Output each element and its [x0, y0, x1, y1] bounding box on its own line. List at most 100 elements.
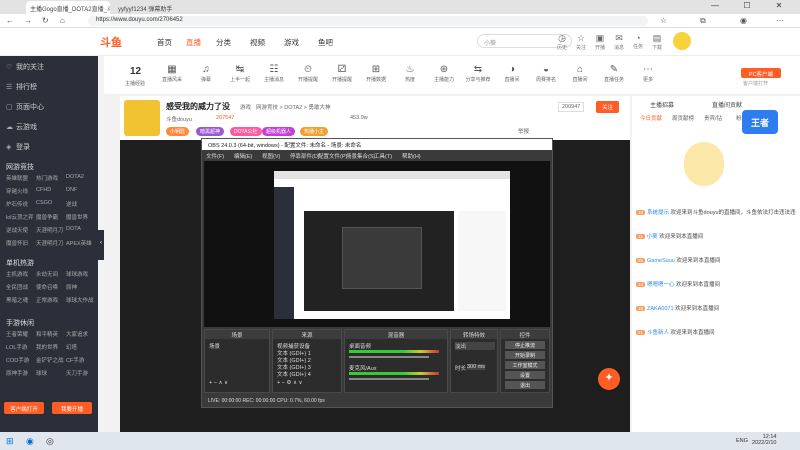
sidebar-game-link[interactable]: 天刀手游 [66, 369, 88, 377]
go-live-button[interactable]: 我要开播 [52, 402, 92, 414]
toolbar-item[interactable]: ✎ 直播任务 [600, 64, 628, 83]
sidebar-game-link[interactable]: 和平精英 [36, 330, 58, 338]
sidebar-item-center[interactable]: ▢ 页面中心 [6, 102, 44, 112]
obs-menu-item[interactable]: 场景集合(S) [346, 152, 375, 160]
stream-breadcrumb[interactable]: 网游竞技 > DOTA2 > 勇敢大神 [256, 103, 330, 111]
toolbar-item[interactable]: ⚂ 开播提醒 [328, 64, 356, 83]
sidebar-item-follow[interactable]: ♡ 我的关注 [6, 62, 44, 72]
toolbar-item[interactable]: ⏲ 开播提醒 [294, 64, 322, 83]
header-task[interactable]: ◔ 任务 [629, 33, 647, 50]
stream-tag[interactable]: 超级机器人 [262, 127, 296, 136]
tab-today[interactable]: 今日贡献 [640, 114, 662, 122]
header-message[interactable]: ✉ 消息 [610, 33, 628, 51]
sidebar-game-link[interactable]: DOTA [66, 226, 81, 232]
system-clock[interactable]: 12:14 2022/2/10 [752, 434, 776, 446]
sidebar-game-link[interactable]: 球球游戏 [66, 270, 88, 278]
header-golive[interactable]: ▣ 开播 [591, 33, 609, 51]
windows-start-icon[interactable]: ⊞ [6, 436, 14, 447]
extensions-icon[interactable]: ⧉ [700, 16, 706, 26]
sidebar-game-link[interactable]: COD手游 [6, 356, 29, 364]
sidebar-game-link[interactable]: 永劫无间 [36, 270, 58, 278]
source-item[interactable]: 文本 (GDI+) 4 [277, 370, 311, 378]
stream-tag[interactable]: 小钥匙 [166, 127, 190, 136]
forward-icon[interactable]: → [24, 16, 32, 25]
follow-button[interactable]: 关注 [596, 101, 620, 113]
scene-controls[interactable]: + − ∧ ∨ [209, 380, 228, 386]
maximize-button[interactable]: ☐ [732, 1, 762, 13]
toolbar-item[interactable]: ⋯ 更多 [634, 64, 662, 83]
sidebar-game-link[interactable]: lol云顶之弈 [6, 213, 34, 221]
nav-video[interactable]: 视频 [250, 37, 265, 48]
sidebar-game-link[interactable]: LOL手游 [6, 343, 27, 351]
nav-yuba[interactable]: 鱼吧 [318, 37, 333, 48]
sidebar-game-link[interactable]: 主机游戏 [6, 270, 28, 278]
gift-float-icon[interactable]: ✦ [598, 368, 620, 390]
sidebar-game-link[interactable]: 原神 [66, 283, 77, 291]
streamer-name[interactable]: 斗鱼douyu [166, 115, 192, 123]
transition-select[interactable]: 淡出 [455, 342, 495, 350]
volume-slider[interactable] [349, 356, 429, 358]
obs-menu-item[interactable]: 帮助(H) [402, 152, 421, 160]
sidebar-game-link[interactable]: 全民团战 [6, 283, 28, 291]
sidebar-game-link[interactable]: 原神手游 [6, 369, 28, 377]
sidebar-game-link[interactable]: 穿越火线 [6, 187, 28, 195]
sidebar-item-cloudgame[interactable]: ☁ 云游戏 [6, 122, 37, 132]
streamer-avatar[interactable] [124, 100, 160, 136]
nav-live[interactable]: 直播 [186, 37, 201, 48]
sidebar-game-link[interactable]: 逆战天使 [6, 226, 28, 234]
toolbar-item[interactable]: ◑ 直播间 [498, 64, 526, 83]
obs-menu-item[interactable]: 文件(F) [206, 152, 224, 160]
start-recording-button[interactable]: 开始录制 [505, 351, 545, 359]
sidebar-game-link[interactable]: 天涯明月刀 [36, 239, 64, 247]
browser-tab[interactable]: 主播Gogo直播_DOTA2直播_斗鱼 [26, 1, 110, 14]
sidebar-item-rank[interactable]: ☰ 排行榜 [6, 82, 37, 92]
sidebar-item-login[interactable]: ◈ 登录 [6, 142, 30, 152]
studio-mode-button[interactable]: 工作室模式 [505, 361, 545, 369]
obs-menu-item[interactable]: 工具(T) [374, 152, 392, 160]
stream-category[interactable]: 游戏 [240, 103, 251, 111]
browser-tab[interactable]: yyfyyf1234 弹幕助手 [114, 1, 198, 14]
user-avatar[interactable] [673, 32, 691, 50]
duration-input[interactable]: 300 ms [467, 364, 486, 370]
obs-menu-item[interactable]: 编辑(E) [234, 152, 252, 160]
toolbar-item[interactable]: ♫ 弹幕 [192, 64, 220, 83]
tab-week[interactable]: 周贡献榜 [672, 114, 694, 122]
sidebar-game-link[interactable]: 球球大作战 [66, 296, 94, 304]
exit-button[interactable]: 退出 [505, 381, 545, 389]
recruit-link[interactable]: 主播招募 [650, 100, 674, 109]
close-button[interactable]: ✕ [764, 1, 794, 13]
obs-menu-item[interactable]: 停靠部件(D) [290, 152, 320, 160]
sidebar-game-link[interactable]: 魔兽世界 [66, 213, 88, 221]
minimize-button[interactable]: — [700, 1, 730, 13]
obs-menu-item[interactable]: 视图(V) [262, 152, 280, 160]
nav-category[interactable]: 分类 [216, 37, 231, 48]
source-controls[interactable]: + − ⚙ ∧ ∨ [277, 380, 303, 386]
sidebar-game-link[interactable]: 魔兽怀旧 [6, 239, 28, 247]
chat-username[interactable]: ZAKA0071 [647, 306, 675, 312]
back-icon[interactable]: ← [6, 16, 14, 25]
sidebar-game-link[interactable]: 我的世界 [36, 343, 58, 351]
sidebar-game-link[interactable]: CFHD [36, 187, 51, 193]
volume-slider[interactable] [349, 378, 429, 380]
sidebar-game-link[interactable]: 大家追求 [66, 330, 88, 338]
stream-tag[interactable]: DOTA公社 [230, 127, 262, 136]
sidebar-game-link[interactable]: 魔兽争霸 [36, 213, 58, 221]
nav-home[interactable]: 首页 [157, 37, 172, 48]
url-input[interactable]: https://www.douyu.com/2706452 [88, 16, 648, 26]
pc-client-button[interactable]: PC客户端 [741, 68, 781, 78]
header-history[interactable]: ◷ 历史 [553, 33, 571, 51]
sidebar-game-link[interactable]: CF手游 [66, 356, 84, 364]
toolbar-item[interactable]: ⊛ 主播能力 [430, 64, 458, 83]
chat-username[interactable]: GameSuuu [647, 258, 676, 264]
stop-stream-button[interactable]: 停止推流 [505, 341, 545, 349]
sidebar-game-link[interactable]: 金铲铲之战 [36, 356, 64, 364]
nav-game[interactable]: 游戏 [284, 37, 299, 48]
sidebar-collapse-handle[interactable]: ‹ [98, 230, 104, 260]
toolbar-item[interactable]: ☷ 主播消息 [260, 64, 288, 83]
obs-preview[interactable] [204, 161, 550, 327]
chat-username[interactable]: 系统提示 [647, 210, 671, 216]
sidebar-game-link[interactable]: 炉石传说 [6, 200, 28, 208]
toolbar-item[interactable]: ⇆ 分享与推荐 [464, 64, 492, 83]
tab-vip[interactable]: 贵宾/钻 [704, 114, 722, 122]
sidebar-game-link[interactable]: 天涯明月刀 [36, 226, 64, 234]
